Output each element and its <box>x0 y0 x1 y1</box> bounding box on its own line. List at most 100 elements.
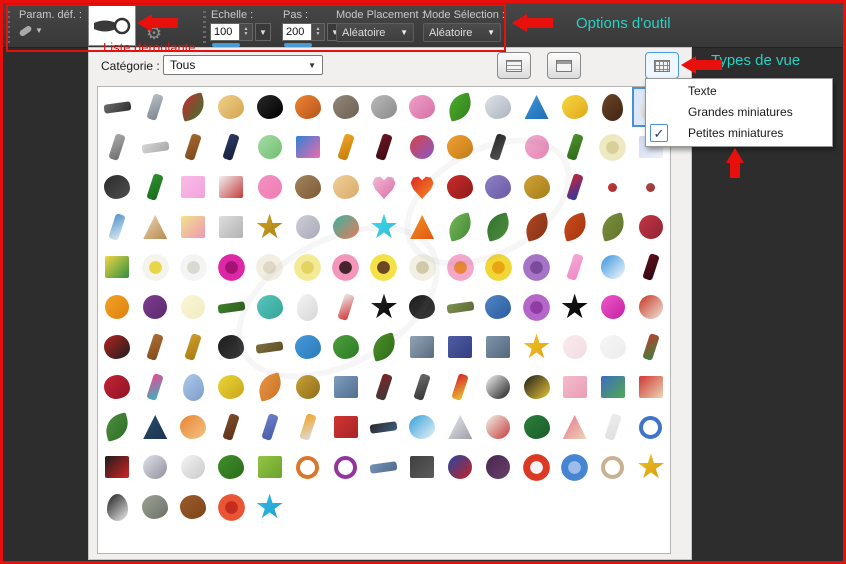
tube-playing-cards[interactable] <box>212 167 250 207</box>
tube-juice-glass[interactable] <box>289 407 327 447</box>
tube-stapler[interactable] <box>403 367 441 407</box>
tube-pale-blossoms[interactable] <box>594 127 632 167</box>
tube-blue-car[interactable] <box>365 447 403 487</box>
tube-monitor[interactable] <box>327 367 365 407</box>
tube-fleur-de-lis[interactable] <box>556 287 594 327</box>
tube-feather[interactable] <box>632 327 670 367</box>
tube-white-daisy[interactable] <box>136 247 174 287</box>
tube-heart-orb[interactable] <box>632 287 670 327</box>
tube-sprout[interactable] <box>441 87 479 127</box>
tube-black-bunny[interactable] <box>251 87 289 127</box>
tube-gift-box[interactable] <box>289 127 327 167</box>
echelle-input[interactable]: 100 <box>210 23 240 41</box>
tube-ice-cream-cone[interactable] <box>136 207 174 247</box>
tube-orange-swirl[interactable] <box>289 447 327 487</box>
tube-blue-vase[interactable] <box>251 407 289 447</box>
tube-grapes[interactable] <box>136 287 174 327</box>
tube-toothpaste[interactable] <box>98 207 136 247</box>
tube-dark-bottle[interactable] <box>212 127 250 167</box>
tube-train[interactable] <box>251 327 289 367</box>
tube-spatula[interactable] <box>98 127 136 167</box>
tube-flashlight[interactable] <box>479 127 517 167</box>
tube-brush-stroke[interactable] <box>441 287 479 327</box>
tube-berries[interactable] <box>632 207 670 247</box>
tube-apron[interactable] <box>556 367 594 407</box>
tube-wine-glass[interactable] <box>365 127 403 167</box>
tube-grand-piano[interactable] <box>212 327 250 367</box>
tube-pink-daisy[interactable] <box>327 247 365 287</box>
tube-laptop[interactable] <box>479 327 517 367</box>
tube-white-flower[interactable] <box>174 247 212 287</box>
tube-pea-pods[interactable] <box>365 327 403 367</box>
tube-balloons[interactable] <box>403 127 441 167</box>
tube-black-sparkle[interactable] <box>365 287 403 327</box>
tube-cradle[interactable] <box>251 127 289 167</box>
tube-scissors[interactable] <box>136 87 174 127</box>
tube-flame[interactable] <box>403 207 441 247</box>
tube-glow[interactable] <box>174 287 212 327</box>
tube-orange-fruit[interactable] <box>98 287 136 327</box>
tube-purple-flower[interactable] <box>517 247 555 287</box>
tube-pink-orb[interactable] <box>594 287 632 327</box>
tube-purple-swirl[interactable] <box>327 447 365 487</box>
tube-silver-drop[interactable] <box>441 407 479 447</box>
tube-bird-foot[interactable] <box>251 207 289 247</box>
tube-brown-egg[interactable] <box>594 87 632 127</box>
tube-cooler[interactable] <box>403 407 441 447</box>
toolbar-grip[interactable] <box>7 11 10 43</box>
tube-red-dot-2[interactable] <box>632 167 670 207</box>
tube-flip-flops[interactable] <box>327 207 365 247</box>
tube-strawberry-cone[interactable] <box>556 407 594 447</box>
tube-caliper[interactable] <box>365 367 403 407</box>
tube-cake[interactable] <box>403 87 441 127</box>
tube-bowler-hat[interactable] <box>517 407 555 447</box>
tube-fish[interactable] <box>174 407 212 447</box>
menu-item-petites-miniatures[interactable]: ✓Petites miniatures <box>646 123 832 144</box>
tube-yellow-daisy[interactable] <box>365 247 403 287</box>
tube-bw-egg[interactable] <box>98 487 136 527</box>
mode-selection-select[interactable]: Aléatoire ▼ <box>423 23 501 42</box>
tube-easter-egg[interactable] <box>174 367 212 407</box>
view-large-thumbs-button[interactable] <box>547 52 581 79</box>
tube-green-pencil[interactable] <box>136 167 174 207</box>
tube-pink-blossom[interactable] <box>441 247 479 287</box>
tube-sticky-note[interactable] <box>174 167 212 207</box>
tube-binder-clip[interactable] <box>98 167 136 207</box>
tube-ladybug[interactable] <box>98 327 136 367</box>
tube-baseball-bat[interactable] <box>174 127 212 167</box>
tube-faint-line[interactable] <box>594 407 632 447</box>
tube-pale-daisy[interactable] <box>403 247 441 287</box>
tube-hurdle[interactable] <box>136 127 174 167</box>
tube-green-top[interactable] <box>251 447 289 487</box>
tube-carnation[interactable] <box>212 487 250 527</box>
tube-red-pinwheel[interactable] <box>517 447 555 487</box>
tube-green-maple[interactable] <box>594 207 632 247</box>
tube-red-wine[interactable] <box>632 247 670 287</box>
tube-popcorn[interactable] <box>98 247 136 287</box>
tube-bicycle[interactable] <box>632 407 670 447</box>
tube-faint-blob[interactable] <box>594 327 632 367</box>
echelle-slider-button[interactable]: ▼ <box>255 23 271 41</box>
tube-canary[interactable] <box>212 367 250 407</box>
tube-gingerbread-man[interactable] <box>174 487 212 527</box>
tube-shaggy-dog[interactable] <box>289 167 327 207</box>
tube-teapot[interactable] <box>251 287 289 327</box>
tube-rock[interactable] <box>136 487 174 527</box>
tube-umbrella[interactable] <box>136 407 174 447</box>
tube-alarm-clock[interactable] <box>594 247 632 287</box>
pas-input[interactable]: 200 <box>282 23 312 41</box>
tube-printer[interactable] <box>212 207 250 247</box>
tube-purple-shell[interactable] <box>479 167 517 207</box>
tube-door[interactable] <box>212 407 250 447</box>
tube-palm-frond[interactable] <box>441 207 479 247</box>
tube-burger-box[interactable] <box>327 407 365 447</box>
tube-cat[interactable] <box>365 87 403 127</box>
tube-sunglasses[interactable] <box>365 407 403 447</box>
tube-red-dot[interactable] <box>594 167 632 207</box>
tube-cyan-star[interactable] <box>365 207 403 247</box>
tube-snack-bag[interactable] <box>632 367 670 407</box>
tube-cello[interactable] <box>136 327 174 367</box>
tube-butterfly[interactable] <box>517 367 555 407</box>
tube-winter-hat[interactable] <box>479 287 517 327</box>
tube-toast-face[interactable] <box>327 167 365 207</box>
